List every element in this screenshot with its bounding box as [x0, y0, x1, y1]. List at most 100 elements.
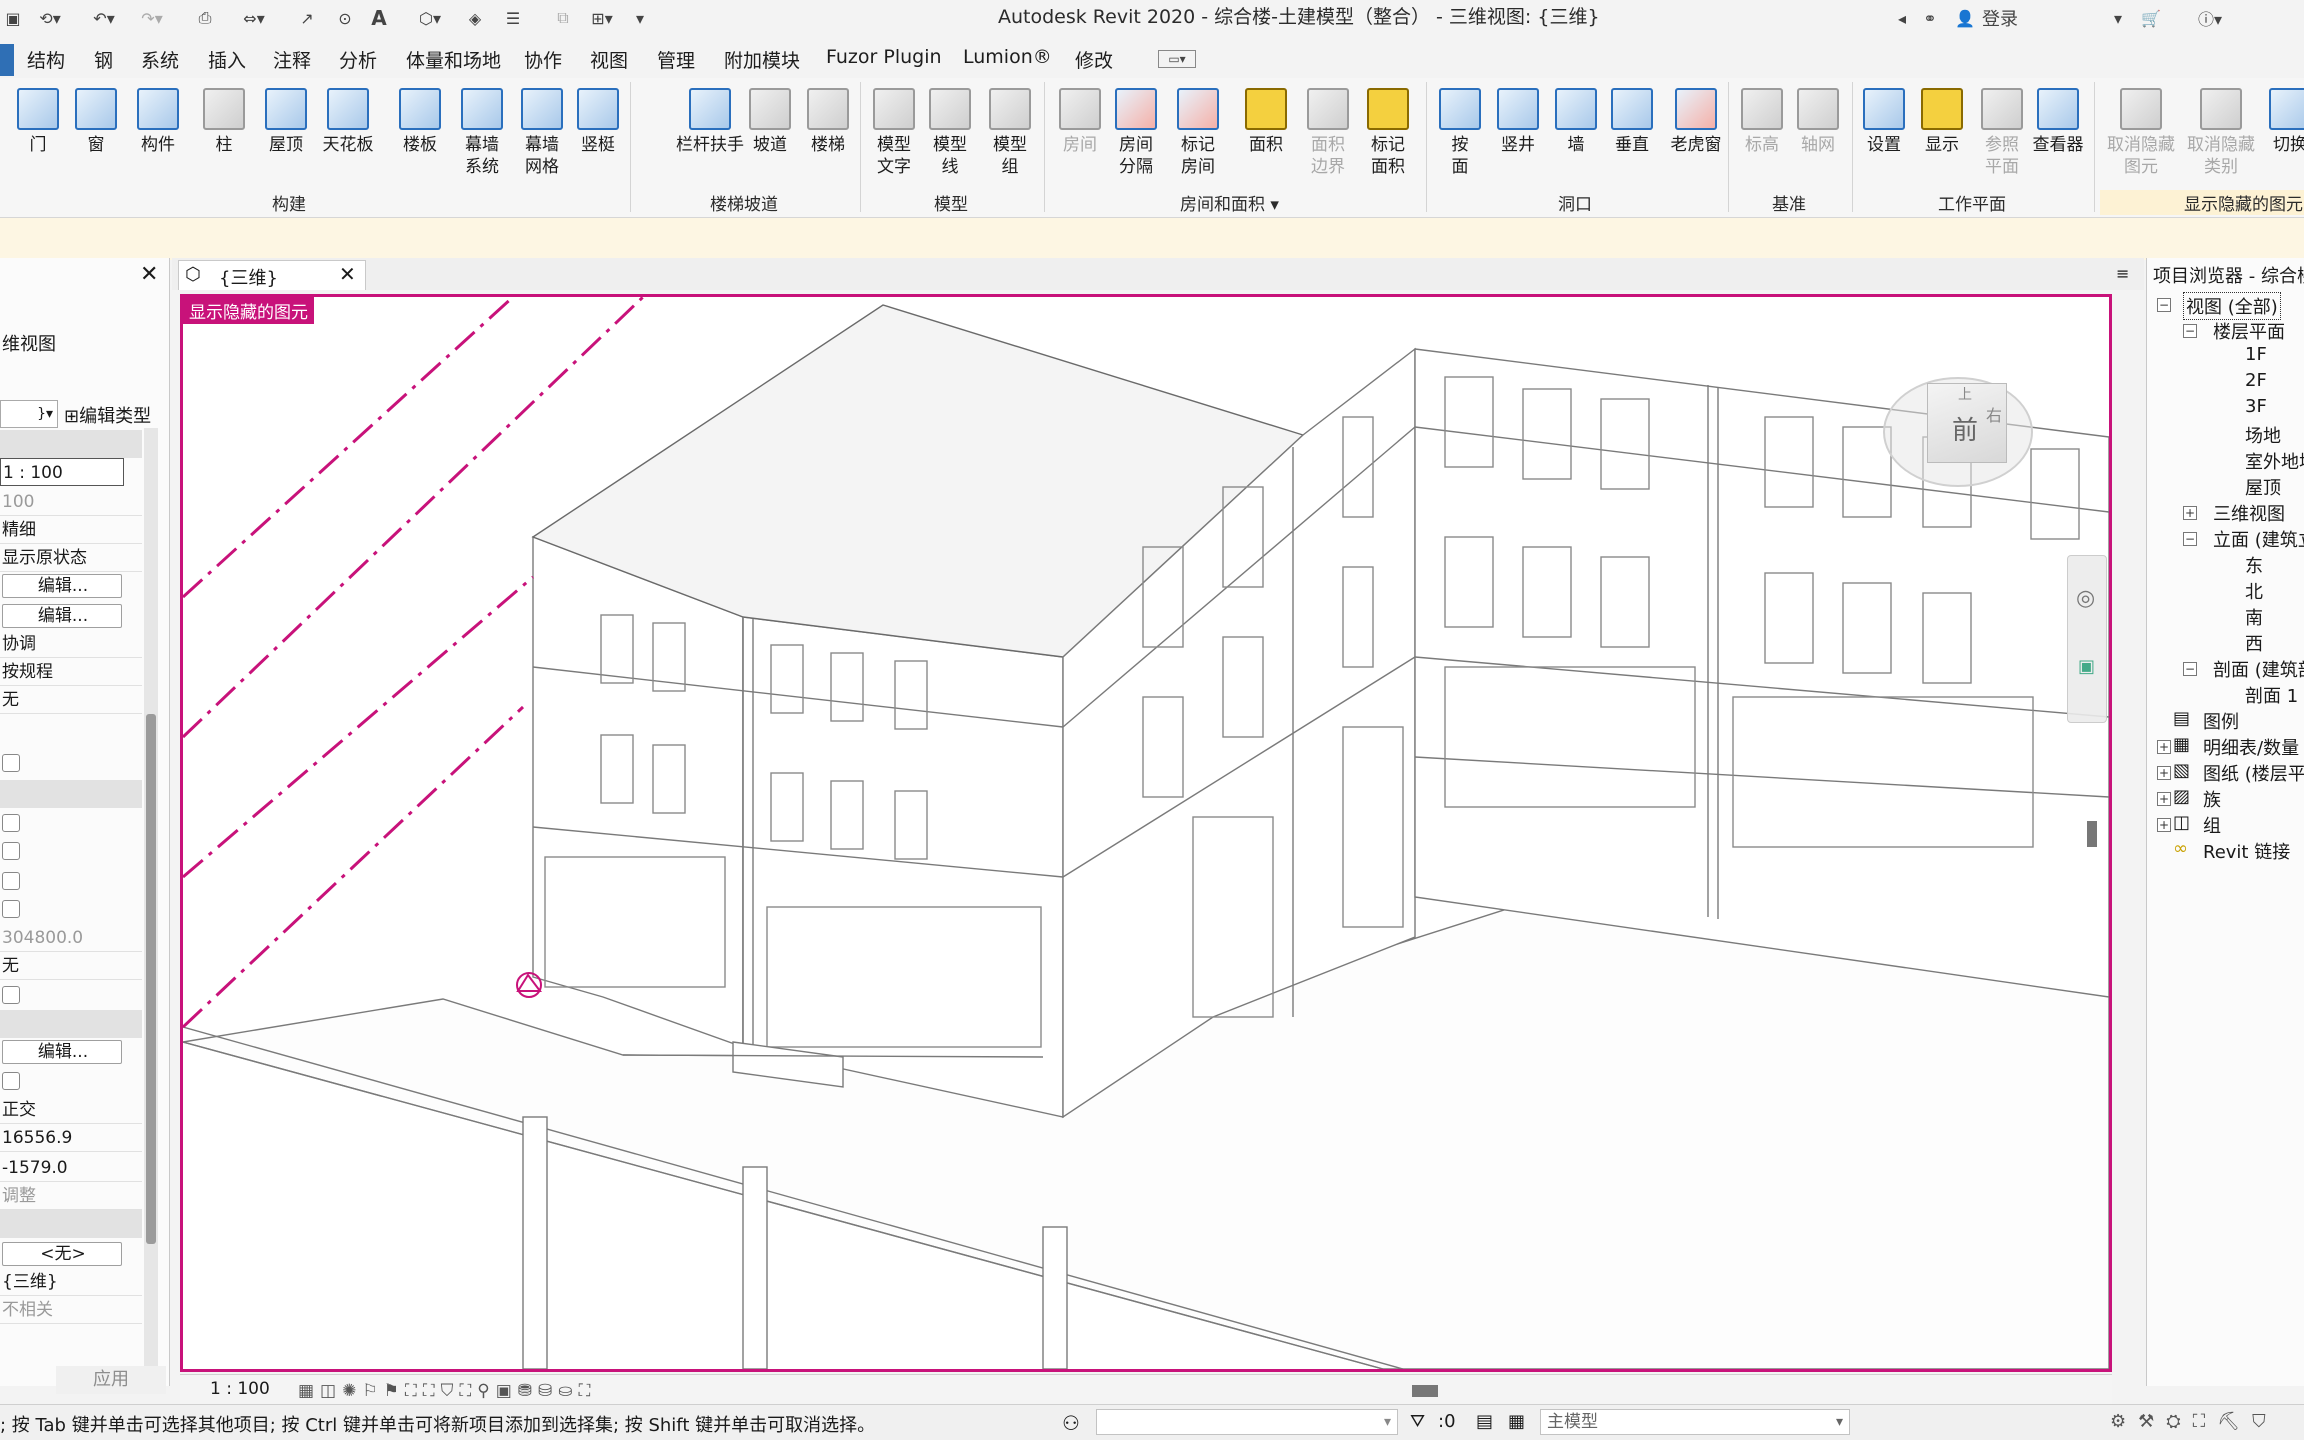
tab-modify[interactable]: 修改 — [1075, 46, 1113, 73]
undo-icon[interactable]: ↶▾ — [82, 6, 126, 30]
close-hidden-icon[interactable]: ⧉ — [548, 6, 578, 30]
column-button[interactable]: 柱 — [196, 84, 252, 194]
checkbox[interactable] — [2, 872, 20, 890]
tree-item-schedules[interactable]: 明细表/数量 — [2203, 734, 2299, 760]
binoculars-icon[interactable]: ⚭ — [1918, 6, 1942, 30]
view-control-icons[interactable]: ▦◫✺⚐⚑⛶⛶⛉⛶⚲▣⛃⛁⛀⛶ — [298, 1381, 596, 1401]
unhide-element-button[interactable]: 取消隐藏 图元 — [2100, 84, 2182, 194]
tab-addins[interactable]: 附加模块 — [724, 46, 800, 73]
tab-annotate[interactable]: 注释 — [273, 46, 311, 73]
viewcube[interactable]: 前 右 上 — [1927, 383, 2007, 463]
collapse-toggle[interactable]: − — [2183, 662, 2197, 676]
thin-lines-icon[interactable]: ☰ — [498, 6, 528, 30]
tab-fuzor[interactable]: Fuzor Plugin — [826, 46, 942, 68]
unhide-category-button[interactable]: 取消隐藏 类别 — [2180, 84, 2262, 194]
filter-icon[interactable]: ⛛ — [1410, 1411, 1425, 1432]
horizontal-scroll-thumb[interactable] — [1412, 1385, 1438, 1397]
area-button[interactable]: 面积 — [1238, 84, 1294, 194]
expand-toggle[interactable]: + — [2157, 740, 2171, 754]
tab-manage[interactable]: 管理 — [657, 46, 695, 73]
measure-icon[interactable]: ⇔▾ — [234, 6, 274, 30]
file-tab[interactable] — [0, 44, 14, 76]
section-icon[interactable]: ◈ — [460, 6, 490, 30]
tab-menu-icon[interactable]: ≡ — [2116, 264, 2129, 283]
tree-item-3f[interactable]: 3F — [2245, 396, 2267, 417]
model-group-button[interactable]: 模型 组 — [982, 84, 1038, 194]
graphic-display-edit-button[interactable]: 编辑... — [2, 604, 122, 628]
tree-item-north[interactable]: 北 — [2245, 578, 2263, 604]
design-option-dropdown[interactable]: 主模型 ▾ — [1540, 1409, 1850, 1435]
model-text-button[interactable]: 模型 文字 — [866, 84, 922, 194]
tree-item-1f[interactable]: 1F — [2245, 344, 2267, 365]
tree-item-3d-views[interactable]: 三维视图 — [2213, 500, 2285, 526]
tree-item-site[interactable]: 场地 — [2245, 422, 2281, 448]
qat-dropdown-icon[interactable]: ▾ — [630, 6, 650, 30]
checkbox[interactable] — [2, 842, 20, 860]
redo-icon[interactable]: ↷▾ — [130, 6, 174, 30]
show-workplane-button[interactable]: 显示 — [1914, 84, 1970, 194]
help-icon[interactable]: ⓘ▾ — [2190, 6, 2230, 30]
roof-button[interactable]: 屋顶 — [258, 84, 314, 194]
close-icon[interactable]: ✕ — [140, 262, 158, 287]
vertical-scroll-thumb[interactable] — [2087, 821, 2097, 847]
eye-elevation-value[interactable]: 16556.9 — [0, 1124, 142, 1152]
tree-item-floor-plans[interactable]: 楼层平面 — [2213, 318, 2285, 344]
tree-item-families[interactable]: 族 — [2203, 786, 2221, 812]
viewcube-top-face[interactable]: 上 — [1958, 384, 1972, 404]
group-header-identity[interactable] — [0, 1210, 142, 1238]
dormer-button[interactable]: 老虎窗 — [1662, 84, 1730, 194]
room-button[interactable]: 房间 — [1052, 84, 1108, 194]
floor-button[interactable]: 楼板 — [392, 84, 448, 194]
tab-collaborate[interactable]: 协作 — [524, 46, 562, 73]
ribbon-minimize-icon[interactable]: ▭▾ — [1158, 50, 1196, 68]
tab-massing-site[interactable]: 体量和场地 — [406, 46, 501, 73]
vg-override-edit-button[interactable]: 编辑... — [2, 574, 122, 598]
view-scale-label[interactable]: 1 : 100 — [210, 1379, 270, 1399]
tree-item-2f[interactable]: 2F — [2245, 370, 2267, 391]
curtain-grid-button[interactable]: 幕墙 网格 — [514, 84, 570, 194]
sync-icon[interactable]: ⟲▾ — [30, 6, 70, 30]
tree-item-sheets[interactable]: 图纸 (楼层平 — [2203, 760, 2304, 786]
cart-icon[interactable]: 🛒 — [2136, 6, 2166, 30]
shaft-button[interactable]: 竖井 — [1490, 84, 1546, 194]
stair-button[interactable]: 楼梯 — [800, 84, 856, 194]
expand-toggle[interactable]: + — [2157, 766, 2171, 780]
tab-systems[interactable]: 系统 — [141, 46, 179, 73]
close-tab-icon[interactable]: ✕ — [339, 262, 356, 286]
tree-item-revit-links[interactable]: Revit 链接 — [2203, 838, 2290, 864]
view-template-button[interactable]: <无> — [2, 1242, 122, 1266]
switch-windows-icon[interactable]: ⊞▾ — [580, 6, 624, 30]
tab-lumion[interactable]: Lumion® — [963, 46, 1052, 68]
parts-visibility-value[interactable]: 显示原状态 — [0, 544, 142, 572]
expand-toggle[interactable]: + — [2183, 506, 2197, 520]
ceiling-button[interactable]: 天花板 — [320, 84, 376, 194]
group-header-extents[interactable] — [0, 780, 142, 808]
login-dropdown-icon[interactable]: ▾ — [2108, 6, 2128, 30]
model-line-button[interactable]: 模型 线 — [922, 84, 978, 194]
expand-toggle[interactable]: + — [2157, 792, 2171, 806]
by-face-button[interactable]: 按 面 — [1432, 84, 1488, 194]
properties-scrollbar[interactable] — [144, 428, 158, 1388]
tree-item-south[interactable]: 南 — [2245, 604, 2263, 630]
tree-item-west[interactable]: 西 — [2245, 630, 2263, 656]
tab-analyze[interactable]: 分析 — [339, 46, 377, 73]
tree-item-views[interactable]: 视图 (全部) — [2183, 292, 2281, 320]
hidden-lines-value[interactable]: 按规程 — [0, 658, 142, 686]
scrollbar-thumb[interactable] — [146, 714, 156, 1244]
window-button[interactable]: 窗 — [68, 84, 124, 194]
apply-button[interactable]: 应用 — [56, 1366, 166, 1394]
grid-button[interactable]: 轴网 — [1790, 84, 1846, 194]
scope-box-value[interactable]: 无 — [0, 952, 142, 980]
tag-room-button[interactable]: 标记 房间 — [1170, 84, 1226, 194]
sun-path-value[interactable]: 无 — [0, 686, 142, 714]
checkbox[interactable] — [2, 1072, 20, 1090]
tree-item-elevations[interactable]: 立面 (建筑立面) — [2213, 526, 2304, 552]
tree-item-roof[interactable]: 屋顶 — [2245, 474, 2281, 500]
tree-item-sections[interactable]: 剖面 (建筑剖面) — [2213, 656, 2304, 682]
tag-icon[interactable]: ⊙ — [330, 6, 360, 30]
text-icon[interactable]: A — [364, 6, 394, 30]
print-icon[interactable]: ⎙ — [190, 6, 220, 30]
design-options-icon[interactable]: ▤ — [1476, 1411, 1493, 1432]
tree-item-legends[interactable]: 图例 — [2203, 708, 2239, 734]
dimension-icon[interactable]: ↗ — [292, 6, 322, 30]
